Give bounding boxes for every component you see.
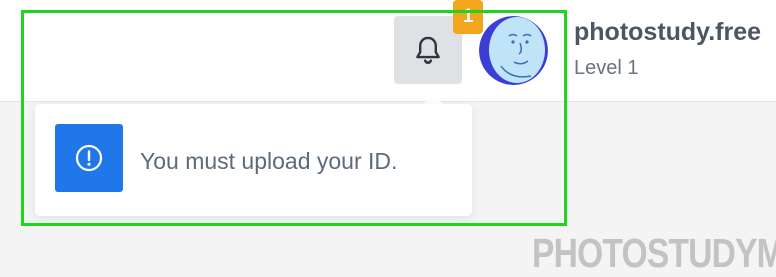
exclamation-circle-icon	[75, 144, 103, 172]
user-name[interactable]: photostudy.free	[574, 18, 761, 47]
avatar[interactable]	[479, 16, 548, 85]
avatar-face-icon	[479, 16, 548, 85]
user-level: Level 1	[574, 57, 639, 79]
notification-icon-box	[55, 124, 123, 192]
bell-icon	[416, 36, 440, 64]
notifications-button[interactable]	[394, 16, 462, 84]
notification-text: You must upload your ID.	[140, 148, 398, 174]
notification-count-badge: 1	[453, 0, 483, 34]
notification-item[interactable]: You must upload your ID.	[35, 104, 472, 216]
notifications-dropdown: You must upload your ID.	[35, 104, 472, 216]
watermark: PHOTOSTUDYME	[532, 230, 776, 276]
top-bar	[0, 0, 776, 102]
